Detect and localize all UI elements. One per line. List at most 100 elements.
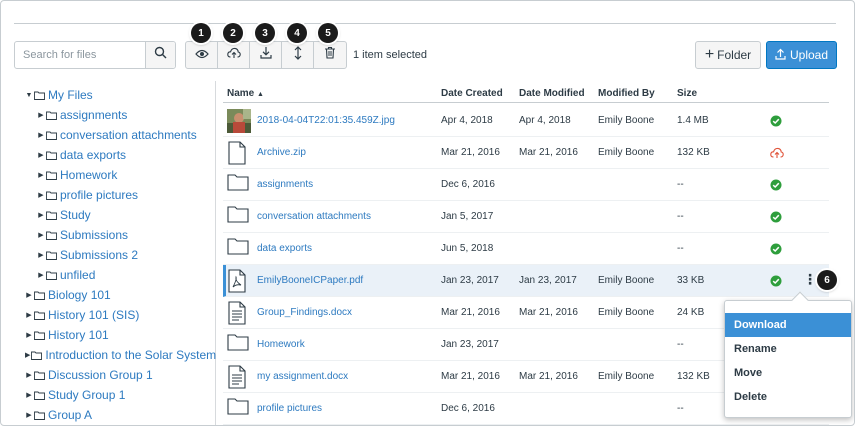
published-check-icon[interactable]	[770, 179, 782, 194]
cell-size: 132 KB	[677, 147, 710, 158]
move-button[interactable]	[282, 42, 314, 68]
file-name-link[interactable]: profile pictures	[257, 403, 322, 414]
tree-item-label: assignments	[60, 108, 128, 122]
cell-created: Mar 21, 2016	[441, 371, 500, 382]
caret-right-icon[interactable]: ▶	[37, 231, 45, 239]
folder-icon	[34, 391, 45, 400]
published-check-icon[interactable]	[770, 211, 782, 226]
plus-icon: +	[704, 46, 715, 63]
caret-right-icon[interactable]: ▶	[37, 111, 45, 119]
trash-icon	[324, 46, 336, 64]
caret-right-icon[interactable]: ▶	[25, 291, 33, 299]
caret-right-icon[interactable]: ▶	[37, 131, 45, 139]
tree-item[interactable]: ▶ assignments	[1, 105, 215, 125]
delete-button[interactable]	[314, 42, 346, 68]
caret-right-icon[interactable]: ▶	[37, 211, 45, 219]
tree-item[interactable]: ▶ Study	[1, 205, 215, 225]
table-row[interactable]: data exports Jun 5, 2018 --	[223, 233, 829, 265]
add-folder-label: Folder	[717, 48, 752, 62]
tree-item[interactable]: ▶ data exports	[1, 145, 215, 165]
menu-item-download[interactable]: Download	[725, 313, 851, 337]
tree-item[interactable]: ▼ My Files	[1, 85, 215, 105]
upload-button[interactable]: Upload	[766, 41, 837, 69]
selection-count: 1 item selected	[353, 49, 427, 61]
file-name-link[interactable]: Group_Findings.docx	[257, 307, 352, 318]
caret-right-icon[interactable]: ▶	[25, 411, 33, 419]
file-name-link[interactable]: assignments	[257, 179, 313, 190]
column-header-size[interactable]: Size	[677, 88, 697, 99]
folder-icon	[227, 237, 249, 258]
column-header-name[interactable]: Name ▲	[227, 88, 264, 99]
table-row[interactable]: conversation attachments Jan 5, 2017 --	[223, 201, 829, 233]
menu-item-delete[interactable]: Delete	[725, 385, 851, 409]
file-name-link[interactable]: 2018-04-04T22:01:35.459Z.jpg	[257, 115, 395, 126]
table-row[interactable]: EmilyBooneICPaper.pdf Jan 23, 2017 Jan 23,…	[223, 265, 829, 297]
publish-button[interactable]	[218, 42, 250, 68]
tree-item[interactable]: ▶ conversation attachments	[1, 125, 215, 145]
preview-button[interactable]	[186, 42, 218, 68]
cell-size: 24 KB	[677, 307, 705, 318]
column-header-date-created[interactable]: Date Created	[441, 88, 503, 99]
tree-item[interactable]: ▶ Homework	[1, 165, 215, 185]
download-button[interactable]	[250, 42, 282, 68]
file-name-link[interactable]: Homework	[257, 339, 305, 350]
tree-divider	[215, 81, 216, 425]
caret-right-icon[interactable]: ▶	[37, 151, 45, 159]
column-header-modified-by[interactable]: Modified By	[598, 88, 655, 99]
folder-icon	[46, 211, 57, 220]
caret-right-icon[interactable]: ▶	[37, 191, 45, 199]
published-check-icon[interactable]	[770, 275, 782, 290]
file-name-link[interactable]: my assignment.docx	[257, 371, 348, 382]
tree-item-label: Biology 101	[48, 288, 111, 302]
menu-item-move[interactable]: Move	[725, 361, 851, 385]
menu-item-rename[interactable]: Rename	[725, 337, 851, 361]
tree-item[interactable]: ▶ Discussion Group 1	[1, 365, 215, 385]
caret-right-icon[interactable]: ▶	[25, 331, 33, 339]
cell-by: Emily Boone	[598, 307, 655, 318]
files-window: 1 2 3 4 5 1 item selected + Folder Uploa…	[0, 0, 855, 426]
tree-item[interactable]: ▶ Submissions 2	[1, 245, 215, 265]
tree-item[interactable]: ▶ unfiled	[1, 265, 215, 285]
search-button[interactable]	[145, 42, 175, 68]
search-input[interactable]	[15, 42, 145, 68]
cell-by: Emily Boone	[598, 147, 655, 158]
table-row[interactable]: 2018-04-04T22:01:35.459Z.jpg Apr 4, 2018 A…	[223, 105, 829, 137]
file-name-link[interactable]: Archive.zip	[257, 147, 306, 158]
document-icon	[227, 301, 247, 328]
file-actions-menu: Download Rename Move Delete	[724, 291, 852, 418]
pdf-icon	[227, 269, 247, 296]
tree-item[interactable]: ▶ profile pictures	[1, 185, 215, 205]
column-header-date-modified[interactable]: Date Modified	[519, 88, 585, 99]
callout-6: 6	[817, 270, 837, 290]
tree-item[interactable]: ▶ History 101 (SIS)	[1, 305, 215, 325]
caret-right-icon[interactable]: ▶	[25, 391, 33, 399]
caret-down-icon[interactable]: ▼	[25, 92, 33, 99]
published-check-icon[interactable]	[770, 243, 782, 258]
folder-icon	[34, 91, 45, 100]
file-name-link[interactable]: data exports	[257, 243, 312, 254]
folder-icon	[46, 271, 57, 280]
more-options-icon[interactable]: ⋮	[803, 272, 817, 286]
caret-right-icon[interactable]: ▶	[25, 311, 33, 319]
table-row[interactable]: Archive.zip Mar 21, 2016 Mar 21, 2016 Emily…	[223, 137, 829, 169]
tree-item[interactable]: ▶ History 101	[1, 325, 215, 345]
caret-right-icon[interactable]: ▶	[37, 171, 45, 179]
file-name-link[interactable]: conversation attachments	[257, 211, 371, 222]
tree-item[interactable]: ▶ Study Group 1	[1, 385, 215, 405]
add-folder-button[interactable]: + Folder	[695, 41, 761, 69]
table-row[interactable]: assignments Dec 6, 2016 --	[223, 169, 829, 201]
caret-right-icon[interactable]: ▶	[25, 371, 33, 379]
tree-item-label: Homework	[60, 168, 118, 182]
tree-item[interactable]: ▶ Submissions	[1, 225, 215, 245]
caret-right-icon[interactable]: ▶	[37, 251, 45, 259]
cell-modified: Apr 4, 2018	[519, 115, 571, 126]
tree-item[interactable]: ▶ Biology 101	[1, 285, 215, 305]
tree-item[interactable]: ▶ Introduction to the Solar System	[1, 345, 216, 365]
sort-ascending-icon: ▲	[257, 91, 264, 98]
caret-right-icon[interactable]: ▶	[37, 271, 45, 279]
unpublished-cloud-icon[interactable]	[770, 147, 784, 162]
caret-right-icon[interactable]: ▶	[25, 351, 30, 359]
published-check-icon[interactable]	[770, 115, 782, 130]
file-name-link[interactable]: EmilyBooneICPaper.pdf	[257, 275, 363, 286]
tree-item[interactable]: ▶ Group A	[1, 405, 215, 425]
